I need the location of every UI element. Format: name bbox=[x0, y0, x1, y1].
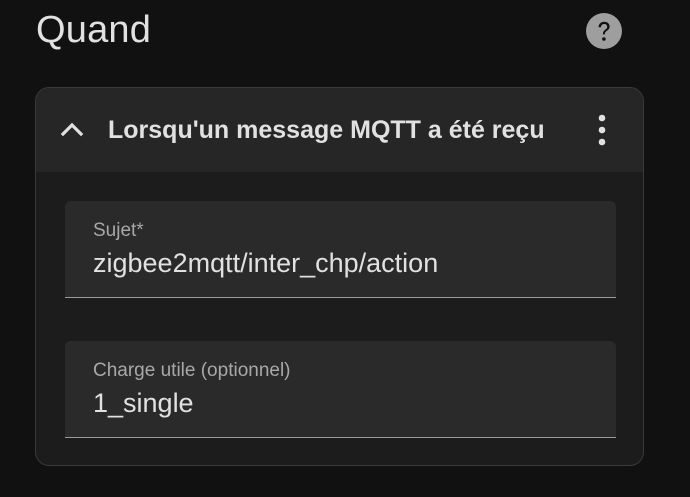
topic-field[interactable]: Sujet* bbox=[65, 201, 616, 298]
topic-field-label: Sujet* bbox=[93, 220, 144, 241]
payload-input[interactable] bbox=[93, 387, 593, 419]
topic-input[interactable] bbox=[93, 247, 593, 279]
dots-vertical-icon[interactable] bbox=[588, 112, 616, 148]
help-icon[interactable] bbox=[586, 13, 622, 49]
chevron-up-icon[interactable] bbox=[58, 116, 86, 144]
trigger-card: Lorsqu'un message MQTT a été reçu Sujet*… bbox=[35, 87, 644, 466]
trigger-title: Lorsqu'un message MQTT a été reçu bbox=[108, 116, 545, 144]
trigger-card-header[interactable]: Lorsqu'un message MQTT a été reçu bbox=[36, 88, 643, 172]
payload-field[interactable]: Charge utile (optionnel) bbox=[65, 341, 616, 438]
payload-field-label: Charge utile (optionnel) bbox=[93, 360, 291, 381]
section-title: Quand bbox=[36, 9, 152, 51]
